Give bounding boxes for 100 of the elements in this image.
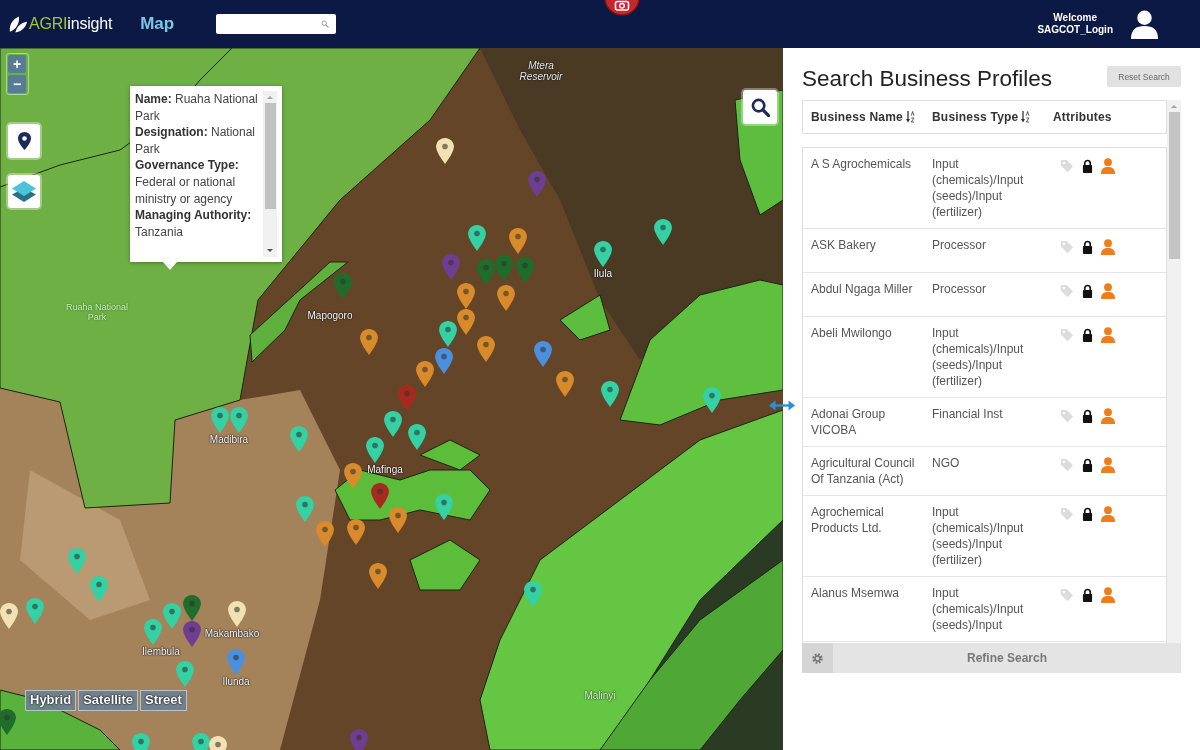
search-icon — [321, 20, 330, 28]
search-icon — [750, 97, 770, 117]
map-pin-icon[interactable] — [703, 387, 721, 413]
popup-scrollbar[interactable] — [263, 91, 277, 257]
map-pin-icon[interactable] — [369, 563, 387, 589]
map-pin-icon[interactable] — [316, 521, 334, 547]
user-icon — [1101, 327, 1115, 343]
user-icon — [1101, 457, 1115, 473]
table-cell-text: Processor — [932, 237, 988, 254]
map-label: Malinyi — [584, 690, 616, 701]
map-pin-icon[interactable] — [436, 138, 454, 164]
layers-icon — [12, 181, 36, 202]
camera-icon[interactable] — [603, 0, 641, 16]
map-pin-icon[interactable] — [290, 426, 308, 452]
map-search-button[interactable] — [743, 90, 777, 124]
map-pin-icon[interactable] — [68, 548, 86, 574]
tag-icon — [1060, 588, 1074, 602]
map-pin-icon[interactable] — [389, 507, 407, 533]
map-pin-icon[interactable] — [556, 371, 574, 397]
table-cell-text: Agrochemical Products Ltd. — [810, 504, 885, 537]
table-cell-text: Adonai Group VICOBA — [810, 406, 887, 438]
map-label: Ilunda — [222, 676, 250, 687]
table-cell-text: Financial Inst — [932, 406, 1004, 423]
map-pin-icon[interactable] — [594, 241, 612, 267]
map-pin-icon[interactable] — [230, 407, 248, 433]
lock-icon — [1082, 159, 1093, 173]
map-pin-icon[interactable] — [408, 424, 426, 450]
map-pin-icon[interactable] — [497, 285, 515, 311]
user-icon — [1101, 158, 1115, 174]
map-label: Mapogoro — [307, 310, 353, 321]
map-pin-icon[interactable] — [228, 601, 246, 627]
map-pin-icon[interactable] — [0, 709, 16, 735]
location-button[interactable] — [8, 124, 40, 158]
map-pin-icon[interactable] — [344, 463, 362, 489]
map-pin-icon[interactable] — [601, 381, 619, 407]
resize-arrow-icon[interactable] — [769, 400, 795, 411]
username-label[interactable]: SAGCOT_Login — [1037, 24, 1113, 36]
page-title: Map — [140, 14, 175, 34]
welcome-label: Welcome — [1053, 12, 1098, 24]
map-pin-icon[interactable] — [183, 595, 201, 621]
map-pin-icon[interactable] — [347, 519, 365, 545]
table-cell-text: Input (chemicals)/Input (seeds)/Input (fertilizer) — [932, 504, 1025, 568]
tag-icon — [1060, 458, 1074, 472]
panel-title: Search Business Profiles — [802, 65, 1053, 93]
map-pin-icon[interactable] — [296, 496, 314, 522]
reset-search-button[interactable]: Reset Search — [1107, 66, 1181, 87]
map-pin-icon[interactable] — [654, 219, 672, 245]
map-type-button[interactable]: Hybrid — [25, 690, 77, 711]
user-avatar-icon[interactable] — [1131, 9, 1158, 39]
map-pin-icon[interactable] — [524, 581, 542, 607]
lock-icon — [1082, 328, 1093, 342]
popup-field: Governance Type: Federal or national ministry or agency — [135, 157, 263, 208]
map-pin-icon[interactable] — [371, 483, 389, 509]
logo-text[interactable]: AGRIinsight — [29, 15, 113, 33]
map-pin-icon[interactable] — [457, 309, 475, 335]
map-pin-icon[interactable] — [211, 407, 229, 433]
map-pin-icon[interactable] — [26, 598, 44, 624]
user-icon — [1101, 408, 1115, 424]
map-pin-icon[interactable] — [416, 361, 434, 387]
table-cell-text: Abdul Ngaga Miller — [810, 281, 914, 298]
map-pin-icon[interactable] — [176, 661, 194, 687]
map-pin-icon[interactable] — [183, 621, 201, 647]
map-type-button[interactable]: Street — [140, 690, 187, 711]
settings-button[interactable] — [802, 643, 833, 673]
map-pin-icon[interactable] — [477, 336, 495, 362]
column-header[interactable]: Business Type — [932, 110, 1053, 124]
lock-icon — [1082, 409, 1093, 423]
zoom-out-button[interactable]: − — [8, 75, 26, 93]
lock-icon — [1082, 507, 1093, 521]
map-pin-icon[interactable] — [360, 329, 378, 355]
refine-search-button[interactable]: Refine Search — [833, 643, 1181, 673]
tag-icon — [1060, 240, 1074, 254]
lock-icon — [1082, 588, 1093, 602]
user-icon — [1101, 239, 1115, 255]
map-pin-icon[interactable] — [435, 494, 453, 520]
map-pin-icon[interactable] — [0, 603, 18, 629]
layers-button[interactable] — [8, 175, 40, 208]
user-icon — [1101, 587, 1115, 603]
map-pin-icon[interactable] — [457, 283, 475, 309]
map-pin-icon[interactable] — [366, 437, 384, 463]
zoom-in-button[interactable]: + — [8, 55, 26, 73]
map-pin-icon[interactable] — [144, 619, 162, 645]
map-label: Mafinga — [367, 464, 403, 475]
leaf-logo-icon — [9, 15, 27, 33]
tag-icon — [1060, 159, 1074, 173]
search-field[interactable] — [216, 14, 337, 34]
map-pin-icon[interactable] — [384, 411, 402, 437]
map-pin-icon[interactable] — [163, 603, 181, 629]
map-pin-icon[interactable] — [439, 321, 457, 347]
table-cell-text: Input (chemicals)/Input (seeds)/Input — [932, 585, 1025, 633]
map-label: Madibira — [209, 434, 249, 445]
table-scrollbar[interactable] — [1167, 100, 1181, 643]
user-icon — [1101, 283, 1115, 299]
map-type-button[interactable]: Satellite — [78, 690, 139, 711]
map-pin-icon[interactable] — [468, 225, 486, 251]
table-cell-text: Abeli Mwilongo — [810, 325, 893, 342]
map-pin-icon[interactable] — [509, 228, 527, 254]
column-header[interactable]: Business Name — [803, 110, 932, 124]
tag-icon — [1060, 284, 1074, 298]
map-pin-icon[interactable] — [90, 576, 108, 602]
